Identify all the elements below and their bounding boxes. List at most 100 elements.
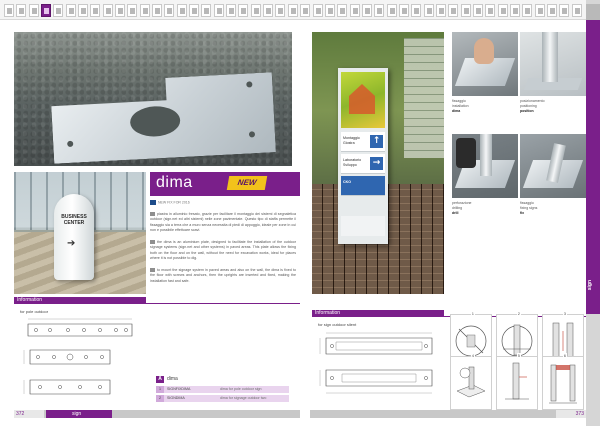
- catalog-thumbnail-strip: [0, 0, 600, 20]
- caption-step: position: [520, 108, 534, 113]
- catalog-thumbnail-icon[interactable]: [115, 4, 126, 17]
- caption-en: fixing signs: [520, 205, 538, 210]
- plate-screw-hole: [246, 81, 252, 87]
- catalog-thumbnail-icon[interactable]: [41, 4, 52, 17]
- step-caption: fissaggio installation dima: [452, 99, 514, 113]
- catalog-thumbnail-icon[interactable]: [176, 4, 187, 17]
- catalog-thumbnail-icon[interactable]: [275, 4, 286, 17]
- catalog-thumbnail-icon[interactable]: [448, 4, 459, 17]
- catalog-thumbnail-icon[interactable]: [349, 4, 360, 17]
- catalog-thumbnail-icon[interactable]: [571, 4, 582, 17]
- page-number-left: 372: [14, 410, 44, 418]
- plate-screw-hole: [67, 141, 73, 147]
- caption-step: fix: [520, 210, 525, 215]
- catalog-thumbnail-icon[interactable]: [559, 4, 570, 17]
- article-num: 2: [156, 395, 164, 402]
- caption-en: drilling: [452, 205, 463, 210]
- catalog-thumbnail-icon[interactable]: [263, 4, 274, 17]
- catalog-thumbnail-icon[interactable]: [78, 4, 89, 17]
- plate-center-hole: [129, 105, 181, 138]
- step-caption: perforazione drilling drill: [452, 201, 514, 215]
- post: [542, 32, 558, 82]
- catalog-thumbnail-icon[interactable]: [90, 4, 101, 17]
- catalog-thumbnail-icon[interactable]: [201, 4, 212, 17]
- photo-step-fix: [520, 134, 586, 198]
- catalog-thumbnail-icon[interactable]: [189, 4, 200, 17]
- catalog-thumbnail-icon[interactable]: [287, 4, 298, 17]
- catalog-thumbnail-icon[interactable]: [28, 4, 39, 17]
- catalog-thumbnail-icon[interactable]: [53, 4, 64, 17]
- description-mounting-text: to mount the signage system in paved are…: [150, 268, 296, 283]
- diagram-number: 1: [470, 311, 475, 316]
- catalog-thumbnail-icon[interactable]: [546, 4, 557, 17]
- catalog-thumbnail-icon[interactable]: [423, 4, 434, 17]
- article-tag: A: [156, 376, 164, 383]
- catalog-thumbnail-icon[interactable]: [361, 4, 372, 17]
- catalog-thumbnail-icon[interactable]: [398, 4, 409, 17]
- caption-en: installation: [452, 103, 469, 108]
- flag-en-icon: [150, 240, 155, 244]
- arrow-right-icon: ➔: [67, 238, 76, 249]
- arrow-up-icon: ↑: [370, 135, 383, 148]
- catalog-thumbnail-icon[interactable]: [238, 4, 249, 17]
- step-caption: posizionamento positioning position: [520, 99, 582, 113]
- catalog-thumbnail-icon[interactable]: [250, 4, 261, 17]
- catalog-thumbnail-icon[interactable]: [324, 4, 335, 17]
- catalog-thumbnail-icon[interactable]: [4, 4, 14, 17]
- technical-drawing-right-top: [316, 330, 442, 360]
- assembly-diagram: 4: [450, 353, 492, 410]
- photo-outdoor-totem: Montaggio Giostra ↑ Laboratorio Sviluppo…: [312, 32, 444, 294]
- diagram-number: 4: [470, 353, 475, 358]
- article-row: 1 SIGNFIXDIMA dima for pole outdoor sign: [156, 386, 289, 393]
- catalog-thumbnail-icon[interactable]: [16, 4, 27, 17]
- article-num: 1: [156, 386, 164, 393]
- catalog-thumbnail-icon[interactable]: [226, 4, 237, 17]
- page-number-right: 373: [556, 410, 586, 418]
- catalog-thumbnail-icon[interactable]: [164, 4, 175, 17]
- catalog-thumbnail-icon[interactable]: [509, 4, 520, 17]
- article-title: dima: [167, 376, 178, 382]
- catalog-thumbnail-icon[interactable]: [312, 4, 323, 17]
- article-desc: dima for signage outdoor two: [220, 396, 267, 400]
- article-desc: dima for pole outdoor sign: [220, 387, 262, 391]
- diagram-number: 6: [562, 353, 567, 358]
- assembly-diagram: 6: [542, 353, 584, 410]
- flag-de-icon: [150, 268, 155, 272]
- catalog-thumbnail-icon[interactable]: [497, 4, 508, 17]
- step-caption: fissaggio fixing signs fix: [520, 201, 582, 215]
- post: [480, 134, 492, 176]
- photo-step-install: [452, 32, 518, 96]
- company-logo-icon: [150, 200, 156, 205]
- description-mounting: to mount the signage system in paved are…: [150, 268, 296, 284]
- catalog-thumbnail-icon[interactable]: [472, 4, 483, 17]
- drill: [456, 138, 476, 168]
- article-row: 2 SIGNDIMA dima for signage outdoor two: [156, 395, 289, 402]
- catalog-thumbnail-icon[interactable]: [435, 4, 446, 17]
- catalog-thumbnail-icon[interactable]: [411, 4, 422, 17]
- catalog-thumbnail-icon[interactable]: [337, 4, 348, 17]
- description-english-text: the dima is an aluminium plate, designed…: [150, 240, 296, 261]
- catalog-thumbnail-icon[interactable]: [213, 4, 224, 17]
- catalog-thumbnail-icon[interactable]: [102, 4, 113, 17]
- catalog-thumbnail-icon[interactable]: [65, 4, 76, 17]
- product-title-bar: dima NEW: [150, 172, 300, 196]
- catalog-thumbnail-icon[interactable]: [386, 4, 397, 17]
- catalog-thumbnail-icon[interactable]: [300, 4, 311, 17]
- product-subline: NEW FIX FOR 2016: [150, 200, 190, 205]
- product-photo-plate: [14, 32, 292, 166]
- technical-drawing-right-bottom: [316, 364, 442, 398]
- catalog-thumbnail-icon[interactable]: [534, 4, 545, 17]
- catalog-thumbnail-icon[interactable]: [139, 4, 150, 17]
- subline-text: NEW FIX FOR 2016: [158, 200, 190, 205]
- catalog-thumbnail-icon[interactable]: [127, 4, 138, 17]
- photo-step-drill: [452, 134, 518, 198]
- catalog-thumbnail-icon[interactable]: [374, 4, 385, 17]
- catalog-thumbnail-icon[interactable]: [485, 4, 496, 17]
- catalog-thumbnail-icon[interactable]: [152, 4, 163, 17]
- description-english: the dima is an aluminium plate, designed…: [150, 240, 296, 262]
- totem-row-highlight: CKO: [341, 176, 385, 196]
- section-side-tab[interactable]: sign: [586, 0, 600, 426]
- catalog-thumbnail-icon[interactable]: [522, 4, 533, 17]
- catalog-thumbnail-icon[interactable]: [460, 4, 471, 17]
- pylon-sign-text: BUSINESS CENTER: [61, 214, 87, 226]
